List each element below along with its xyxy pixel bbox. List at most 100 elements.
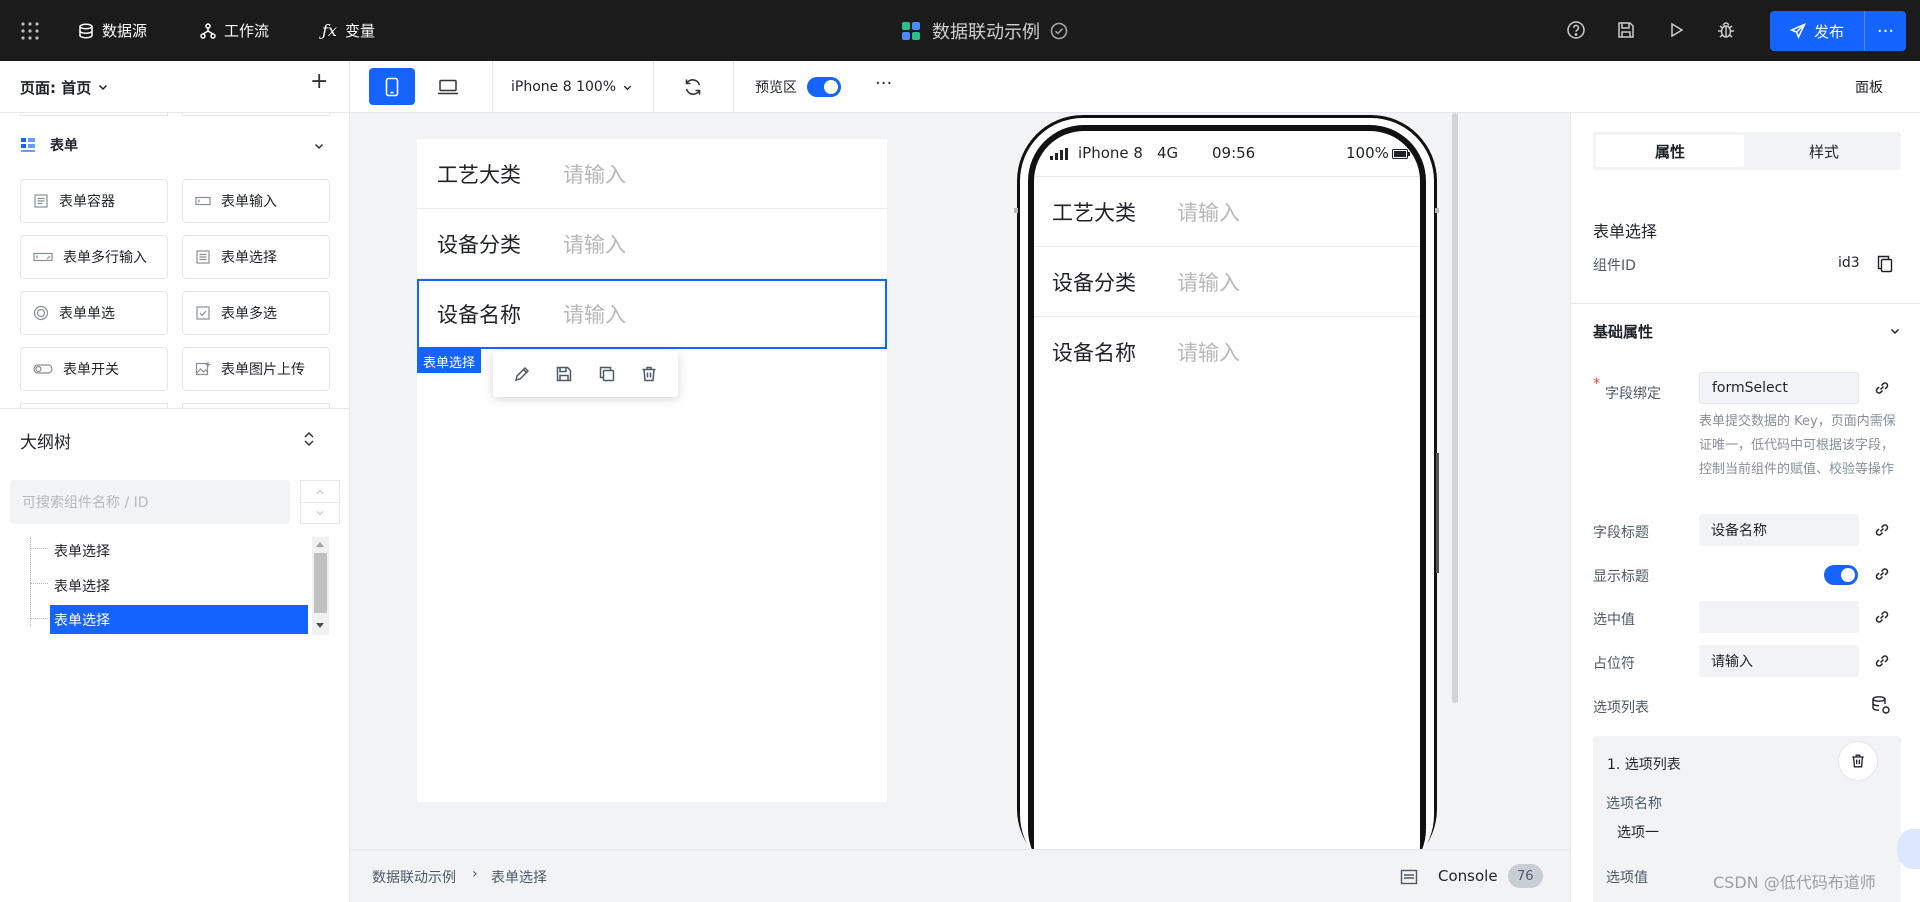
breadcrumb-root[interactable]: 数据联动示例 (372, 867, 456, 887)
link-icon[interactable] (1873, 565, 1891, 583)
outline-tree-item[interactable]: 表单选择 (50, 537, 308, 565)
component-label: 表单选择 (221, 250, 277, 266)
preview-toggle[interactable] (807, 77, 841, 97)
tree-scrollbar[interactable] (312, 537, 329, 635)
variable-label: 变量 (344, 22, 375, 40)
scroll-up-arrow-icon[interactable] (316, 541, 324, 547)
toolbar-more-button[interactable]: ··· (875, 73, 892, 94)
workflow-button[interactable]: 工作流 (200, 0, 269, 61)
form-select-row[interactable]: 设备分类 请输入 (417, 209, 887, 279)
tab-style[interactable]: 样式 (1750, 135, 1898, 167)
add-page-button[interactable]: + (310, 69, 328, 94)
bind-datasource-icon[interactable] (1871, 695, 1891, 715)
delete-trash-icon[interactable] (640, 365, 658, 383)
field-title-input[interactable]: 设备名称 (1699, 514, 1859, 546)
component-form-input[interactable]: 表单输入 (182, 179, 330, 223)
apps-menu-button[interactable] (20, 0, 40, 61)
save-icon[interactable] (1616, 20, 1636, 40)
field-binding-input[interactable]: formSelect (1699, 372, 1859, 404)
search-next-button[interactable] (300, 502, 340, 524)
component-form-select[interactable]: 表单选择 (182, 235, 330, 279)
check-circle-icon (1050, 22, 1068, 39)
datasource-button[interactable]: 数据源 (78, 0, 147, 61)
show-title-label: 显示标题 (1593, 569, 1649, 585)
outline-title: 大纲树 (20, 433, 71, 453)
scrollbar-thumb[interactable] (314, 553, 327, 613)
console-panel-icon[interactable] (1400, 869, 1418, 885)
canvas-status-bar: 数据联动示例 › 表单选择 Console 76 (350, 849, 1570, 902)
variable-button[interactable]: ƒx 变量 (322, 0, 375, 61)
checkbox-icon (196, 306, 210, 320)
edit-pencil-icon[interactable] (513, 365, 531, 383)
component-form-textarea[interactable]: 表单多行输入 (20, 235, 168, 279)
link-icon[interactable] (1873, 379, 1891, 397)
show-title-toggle[interactable] (1824, 565, 1858, 585)
canvas-scrollbar[interactable] (1452, 113, 1458, 703)
component-form-switch[interactable]: 表单开关 (20, 347, 168, 391)
grid-icon (21, 21, 39, 40)
console-label[interactable]: Console (1438, 867, 1498, 885)
field-binding-help: 表单提交数据的 Key，页面内需保证唯一，低代码中可根据该字段，控制当前组件的赋… (1699, 414, 1896, 477)
phone-screen: iPhone 8 4G 09:56 100% 工艺大类 请输入 设备分类 请输入… (1034, 131, 1420, 891)
delete-option-button[interactable] (1838, 741, 1878, 781)
play-icon[interactable] (1666, 20, 1686, 40)
link-icon[interactable] (1873, 652, 1891, 670)
form-group-header[interactable]: 表单 (20, 135, 78, 155)
refresh-icon[interactable] (683, 77, 703, 97)
device-selector-label: iPhone 8 100% (511, 79, 617, 95)
form-row-placeholder: 请输入 (563, 232, 626, 257)
phone-form-row[interactable]: 设备名称 请输入 (1034, 317, 1420, 387)
component-form-image-upload[interactable]: 表单图片上传 (182, 347, 330, 391)
publish-more-button[interactable]: ··· (1865, 21, 1906, 42)
chevron-down-icon[interactable] (1889, 325, 1901, 337)
chevron-down-icon[interactable] (313, 140, 325, 152)
page-selector[interactable]: 页面: 首页 (20, 61, 109, 113)
form-select-row[interactable]: 工艺大类 请输入 (417, 139, 887, 209)
component-form-checkbox[interactable]: 表单多选 (182, 291, 330, 335)
help-icon[interactable] (1566, 20, 1586, 40)
component-label: 表单多行输入 (63, 250, 147, 266)
link-icon[interactable] (1873, 608, 1891, 626)
component-form-radio[interactable]: 表单单选 (20, 291, 168, 335)
phone-form-row[interactable]: 设备分类 请输入 (1034, 247, 1420, 317)
collapse-toggle-icon[interactable] (302, 430, 316, 448)
watermark-text: CSDN @低代码布道师 (1713, 873, 1876, 892)
form-select-row-selected[interactable]: 设备名称 请输入 (417, 279, 887, 349)
phone-form-row[interactable]: 工艺大类 请输入 (1034, 177, 1420, 247)
debug-bug-icon[interactable] (1716, 20, 1736, 40)
component-form-container[interactable]: 表单容器 (20, 179, 168, 223)
datasource-label: 数据源 (102, 22, 148, 40)
option-name-input[interactable]: 选项一 (1605, 816, 1887, 848)
outline-tree-item[interactable]: 表单选择 (50, 572, 308, 600)
mobile-view-button[interactable] (369, 68, 415, 105)
selected-value-input[interactable] (1699, 601, 1859, 633)
publish-button[interactable]: 发布 (1770, 11, 1865, 51)
clipped-component-button (182, 113, 330, 116)
save-template-icon[interactable] (555, 365, 573, 383)
tab-properties[interactable]: 属性 (1596, 135, 1744, 167)
form-group-title: 表单 (50, 138, 78, 154)
props-tab-bar: 属性 样式 (1593, 132, 1901, 170)
breadcrumb-leaf[interactable]: 表单选择 (491, 867, 547, 887)
copy-id-icon[interactable] (1877, 255, 1893, 273)
workflow-label: 工作流 (224, 22, 270, 40)
form-row-label: 工艺大类 (1052, 201, 1136, 225)
scroll-down-arrow-icon[interactable] (316, 623, 324, 629)
floating-assistant-button[interactable] (1897, 829, 1920, 869)
tree-guide-line (30, 583, 48, 584)
search-prev-button[interactable] (300, 480, 340, 502)
selected-value-label: 选中值 (1593, 612, 1635, 628)
laptop-icon (438, 79, 458, 94)
panel-button[interactable]: 面板 (1855, 61, 1883, 113)
desktop-view-button[interactable] (425, 68, 471, 105)
basic-props-section-title[interactable]: 基础属性 (1593, 321, 1653, 342)
device-selector[interactable]: iPhone 8 100% (511, 61, 633, 113)
copy-icon[interactable] (598, 365, 616, 383)
outline-search-input[interactable]: 可搜索组件名称 / ID (10, 480, 290, 524)
placeholder-input[interactable]: 请输入 (1699, 645, 1859, 677)
outline-tree-item-selected[interactable]: 表单选择 (50, 605, 308, 634)
component-label: 表单多选 (221, 306, 277, 322)
form-row-label: 设备名称 (437, 303, 521, 327)
link-icon[interactable] (1873, 521, 1891, 539)
field-binding-label: 字段绑定 (1605, 386, 1661, 402)
